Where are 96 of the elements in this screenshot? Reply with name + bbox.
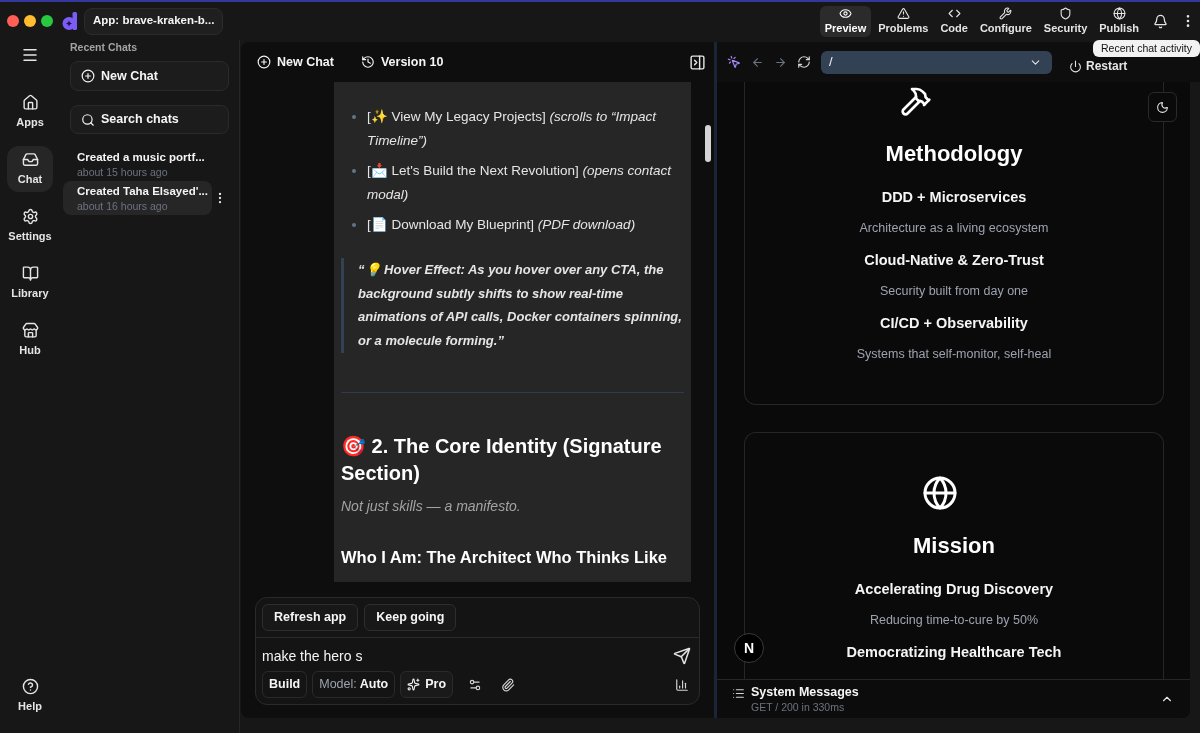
eye-icon (838, 7, 852, 20)
home-icon (21, 94, 39, 111)
settings-icon (21, 208, 39, 225)
warning-triangle-icon (896, 7, 910, 20)
close-window-button[interactable] (7, 15, 19, 27)
card-title: Methodology (885, 140, 1023, 168)
help-nav-item[interactable]: Help (7, 673, 53, 719)
chat-history-item[interactable]: Created Taha Elsayed'... about 16 hours ago (63, 181, 212, 215)
bullet-icon (352, 169, 356, 173)
chat-title: Created Taha Elsayed'... (77, 184, 209, 199)
restart-button[interactable]: Restart (1069, 59, 1128, 73)
card-item-description: Reducing time-to-cure by 50% (869, 612, 1039, 629)
nav-item[interactable]: Settings (7, 203, 53, 249)
nav-item[interactable]: Apps (7, 89, 53, 135)
version-button[interactable]: Version 10 (360, 52, 444, 72)
card-item-description: Security built from day one (880, 283, 1028, 300)
chat-history-item[interactable]: Created a music portf... about 15 hours ago (63, 147, 212, 181)
card-item-title: Cloud-Native & Zero-Trust (864, 251, 1044, 270)
theme-toggle-button[interactable] (1148, 92, 1177, 122)
paperclip-icon[interactable] (501, 677, 516, 692)
forward-arrow-icon[interactable] (774, 55, 787, 69)
power-icon (1069, 59, 1082, 73)
section-subtitle: Not just skills — a manifesto. (341, 496, 522, 516)
card-item-title: Accelerating Drug Discovery (854, 580, 1054, 599)
section-heading: 🎯 2. The Core Identity (Signature Section) (341, 433, 663, 486)
suggestion-button[interactable]: Refresh app (262, 604, 359, 631)
nav-item[interactable]: Chat (7, 146, 53, 192)
card-item-title: DDD + Microservices (881, 188, 1027, 207)
back-arrow-icon[interactable] (751, 55, 764, 69)
suggestion-button[interactable]: Keep going (364, 604, 457, 631)
store-icon (21, 322, 39, 339)
plus-circle-icon (81, 69, 95, 83)
zoom-window-button[interactable] (41, 15, 53, 27)
pro-button[interactable]: Pro (400, 671, 454, 698)
dev-badge[interactable]: N (734, 633, 764, 663)
select-element-icon[interactable] (727, 55, 741, 69)
globe-icon (1112, 7, 1126, 20)
card-item-description: Architecture as a living ecosystem (859, 220, 1049, 237)
moon-icon (1156, 100, 1169, 114)
notifications-bell-icon[interactable] (1153, 13, 1168, 29)
toolbar-tab[interactable]: Problems (873, 5, 934, 37)
hammer-icon (900, 85, 932, 117)
inbox-icon (21, 151, 39, 168)
bullet-icon (352, 115, 356, 119)
sparkles-icon (407, 678, 421, 691)
chat-time: about 15 hours ago (77, 165, 169, 179)
help-icon (21, 678, 39, 695)
plus-circle-icon (257, 55, 271, 69)
book-icon (21, 265, 39, 282)
card-item-title: CI/CD + Observability (880, 314, 1028, 333)
nav-item[interactable]: Library (7, 260, 53, 306)
list-item-text: [📩 Let's Build the Next Revolution] (opens contact modal) (367, 162, 673, 204)
globe-icon (922, 475, 958, 511)
new-chat-button[interactable]: New Chat (257, 52, 334, 72)
system-messages-status: GET / 200 in 330ms (751, 699, 846, 714)
wrench-icon (999, 7, 1013, 20)
new-chat-button[interactable]: New Chat (70, 61, 229, 91)
list-item-text: [📄 Download My Blueprint] (PDF download) (367, 216, 636, 234)
history-icon (360, 55, 375, 69)
nav-item[interactable]: Hub (7, 317, 53, 363)
toolbar-tab[interactable]: Code (935, 5, 973, 37)
section-title: Recent Chats (70, 40, 139, 54)
search-icon (81, 112, 95, 127)
menu-icon (21, 46, 39, 64)
bar-chart-icon[interactable] (675, 677, 689, 692)
code-icon (947, 7, 961, 20)
search-chats-button[interactable]: Search chats (70, 105, 229, 134)
list-item-text: [✨ View My Legacy Projects] (scrolls to “Impact Timeline”) (367, 108, 658, 150)
toolbar-tab[interactable]: Preview (819, 5, 872, 37)
model-selector-button[interactable]: Model: Auto (312, 671, 396, 698)
refresh-icon[interactable] (797, 55, 811, 69)
card-title: Mission (913, 532, 995, 560)
logo-icon (62, 12, 78, 30)
list-icon (732, 687, 745, 700)
app-title-button[interactable]: App: brave-kraken-b... (84, 7, 224, 35)
mode-button[interactable]: Build (262, 671, 308, 698)
toolbar-tab[interactable]: Security (1038, 5, 1093, 37)
toolbar-tab[interactable]: Configure (974, 5, 1037, 37)
quote-text: “💡 Hover Effect: As you hover over any CTA, the background subtly shifts to show real-time animations of API calls, Docker containers spinning, or a molecule forming.” (358, 261, 683, 351)
message-input[interactable]: make the hero s (262, 645, 673, 667)
chat-time: about 16 hours ago (77, 199, 169, 213)
panel-toggle-icon[interactable] (689, 53, 706, 71)
system-messages-title: System Messages (751, 684, 859, 700)
bullet-icon (352, 223, 356, 227)
card-item-description: Systems that self-monitor, self-heal (856, 346, 1052, 363)
card-item-title: Democratizing Healthcare Tech (846, 643, 1062, 662)
tooltip: Recent chat activity (1092, 40, 1200, 57)
shield-icon (1059, 7, 1073, 20)
chat-title: Created a music portf... (77, 150, 206, 165)
toolbar-tab[interactable]: Publish (1094, 5, 1144, 37)
subsection-heading: Who I Am: The Architect Who Thinks Like (341, 546, 669, 568)
scrollbar-thumb[interactable] (705, 125, 711, 162)
url-field[interactable]: / (821, 50, 1052, 74)
send-icon[interactable] (673, 647, 691, 665)
sliders-icon[interactable] (468, 677, 483, 692)
minimize-window-button[interactable] (24, 15, 36, 27)
